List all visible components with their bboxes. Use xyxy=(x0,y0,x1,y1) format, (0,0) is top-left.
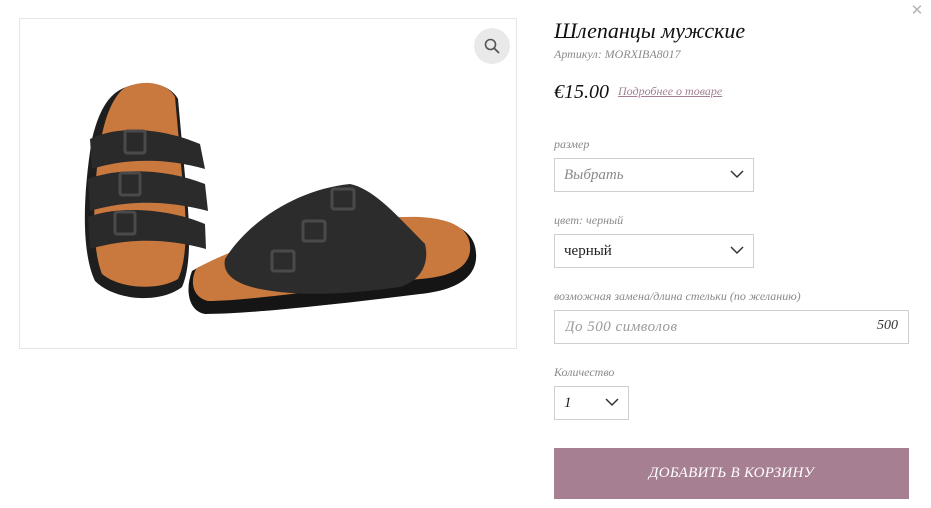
close-icon[interactable]: ✕ xyxy=(909,2,925,18)
color-select[interactable]: черный xyxy=(554,234,754,268)
chevron-down-icon xyxy=(730,246,744,255)
insole-input[interactable] xyxy=(565,317,855,337)
color-label: цвет: черный xyxy=(554,213,624,227)
size-select[interactable]: Выбрать xyxy=(554,158,754,192)
quantity-select[interactable]: 1 xyxy=(554,386,629,420)
product-price: €15.00 xyxy=(554,81,609,103)
quantity-select-value: 1 xyxy=(564,395,572,411)
product-title: Шлепанцы мужские xyxy=(554,18,746,43)
add-to-cart-button[interactable]: ДОБАВИТЬ В КОРЗИНУ xyxy=(554,448,909,499)
insole-label: возможная замена/длина стельки (по желан… xyxy=(554,289,801,303)
product-image-container xyxy=(19,18,517,349)
chevron-down-icon xyxy=(605,398,619,407)
zoom-button[interactable] xyxy=(474,28,510,64)
size-select-value: Выбрать xyxy=(564,167,624,183)
color-select-value: черный xyxy=(564,243,612,259)
quantity-label: Количество xyxy=(554,365,615,379)
product-details-link[interactable]: Подробнее о товаре xyxy=(618,84,722,99)
search-icon xyxy=(484,38,500,54)
product-sku: Артикул: MORXIBA8017 xyxy=(554,47,681,61)
insole-field[interactable]: 500 xyxy=(554,310,909,344)
sandals-image xyxy=(84,82,477,314)
chevron-down-icon xyxy=(730,170,744,179)
size-label: размер xyxy=(554,137,590,151)
insole-char-counter: 500 xyxy=(877,318,898,333)
